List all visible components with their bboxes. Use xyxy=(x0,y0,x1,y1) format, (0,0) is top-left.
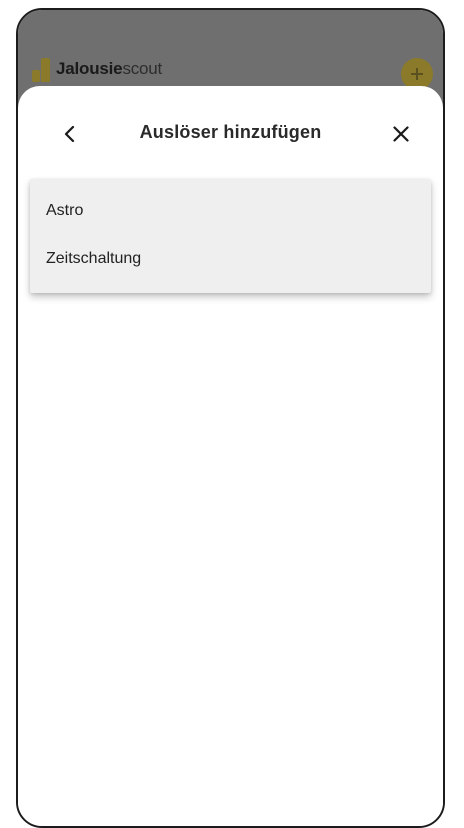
sheet-title: Auslöser hinzufügen xyxy=(139,122,322,142)
brand-logo: Jalousiescout xyxy=(32,56,162,82)
menu-item-astro[interactable]: Astro xyxy=(46,191,415,231)
trigger-type-menu: Astro Zeitschaltung xyxy=(30,179,431,293)
brand-name: Jalousiescout xyxy=(56,59,162,79)
add-trigger-sheet: Auslöser hinzufügen Astro Zeitschaltung xyxy=(18,86,443,826)
menu-item-label: Zeitschaltung xyxy=(46,250,142,267)
brand-name-bold: Jalousie xyxy=(56,59,123,78)
brand-name-light: scout xyxy=(122,59,163,78)
close-icon xyxy=(393,126,409,142)
sheet-header: Auslöser hinzufügen xyxy=(18,86,443,166)
logo-mark-icon xyxy=(32,56,54,82)
menu-item-label: Astro xyxy=(46,202,84,219)
menu-item-zeitschaltung[interactable]: Zeitschaltung xyxy=(46,239,415,279)
phone-frame: Jalousiescout Auslöser hinzufügen Astro … xyxy=(16,8,445,828)
close-button[interactable] xyxy=(389,122,413,146)
plus-icon xyxy=(411,68,423,80)
